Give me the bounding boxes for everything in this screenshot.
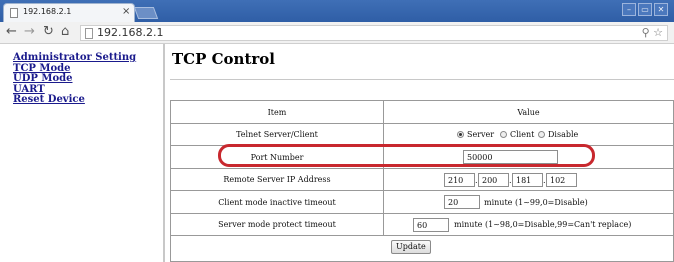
radio-disable-label: Disable [548,130,579,139]
browser-titlebar: 192.168.2.1 × – ▭ ✕ [0,0,674,22]
browser-toolbar: ← → ↻ ⌂ 192.168.2.1 ⚲ ☆ [0,22,674,44]
update-button[interactable]: Update [391,240,431,254]
tcp-settings-table: Item Value Telnet Server/Client Server C… [170,100,674,262]
table-row-port: Port Number 50000 [171,146,673,169]
reload-icon[interactable]: ↻ [43,24,54,39]
table-row-update: Update [171,236,673,261]
ip-octet-3-input[interactable]: 181 [512,173,543,187]
close-window-button[interactable]: ✕ [654,3,668,16]
page-icon [85,28,93,39]
sidebar-item-administrator-setting[interactable]: Administrator Setting [13,52,163,64]
server-timeout-hint: minute (1~98,0=Disable,99=Can't replace) [454,220,632,229]
star-icon[interactable]: ☆ [653,26,663,39]
header-item: Item [267,108,287,117]
ip-octet-1-input[interactable]: 210 [444,173,475,187]
table-row-telnet: Telnet Server/Client Server Client Disab… [171,124,673,146]
client-timeout-input[interactable]: 20 [444,195,480,209]
back-arrow-icon[interactable]: ← [6,24,17,39]
url-text: 192.168.2.1 [97,26,164,39]
port-label: Port Number [250,153,304,162]
client-timeout-label: Client mode inactive timeout [218,198,336,207]
tab-title: 192.168.2.1 [23,7,72,16]
title-divider [170,79,674,80]
radio-server-label: Server [467,130,495,139]
new-tab-button[interactable] [133,7,159,19]
window-controls: – ▭ ✕ [622,3,668,16]
maximize-button[interactable]: ▭ [638,3,652,16]
client-timeout-hint: minute (1~99,0=Disable) [484,198,588,207]
omnibox-icons: ⚲ ☆ [642,26,663,39]
port-number-input[interactable]: 50000 [463,150,558,164]
remote-ip-label: Remote Server IP Address [223,175,331,184]
frame-divider [163,44,165,262]
page-icon [10,8,18,18]
table-header-row: Item Value [171,101,673,124]
radio-client[interactable] [500,131,507,138]
table-row-remote-ip: Remote Server IP Address 210 . 200 . 181… [171,169,673,191]
home-icon[interactable]: ⌂ [61,24,69,39]
table-row-server-timeout: Server mode protect timeout 60 minute (1… [171,214,673,236]
sidebar-item-udp-mode[interactable]: UDP Mode [13,73,163,85]
radio-client-label: Client [510,130,535,139]
minimize-button[interactable]: – [622,3,636,16]
ip-octet-4-input[interactable]: 102 [546,173,577,187]
server-timeout-input[interactable]: 60 [413,218,449,232]
close-icon[interactable]: × [122,6,130,17]
table-row-client-timeout: Client mode inactive timeout 20 minute (… [171,191,673,214]
address-bar[interactable]: 192.168.2.1 ⚲ ☆ [80,25,668,41]
forward-arrow-icon[interactable]: → [24,24,35,39]
browser-tab[interactable]: 192.168.2.1 × [3,3,135,22]
ip-octet-2-input[interactable]: 200 [478,173,509,187]
key-icon[interactable]: ⚲ [642,26,650,39]
telnet-label: Telnet Server/Client [236,130,318,139]
sidebar-item-reset-device[interactable]: Reset Device [13,94,163,106]
sidebar-nav: Administrator Setting TCP Mode UDP Mode … [13,52,163,106]
radio-server[interactable] [457,131,464,138]
server-timeout-label: Server mode protect timeout [218,220,336,229]
header-value: Value [517,108,540,117]
radio-disable[interactable] [538,131,545,138]
page-title: TCP Control [172,50,275,68]
